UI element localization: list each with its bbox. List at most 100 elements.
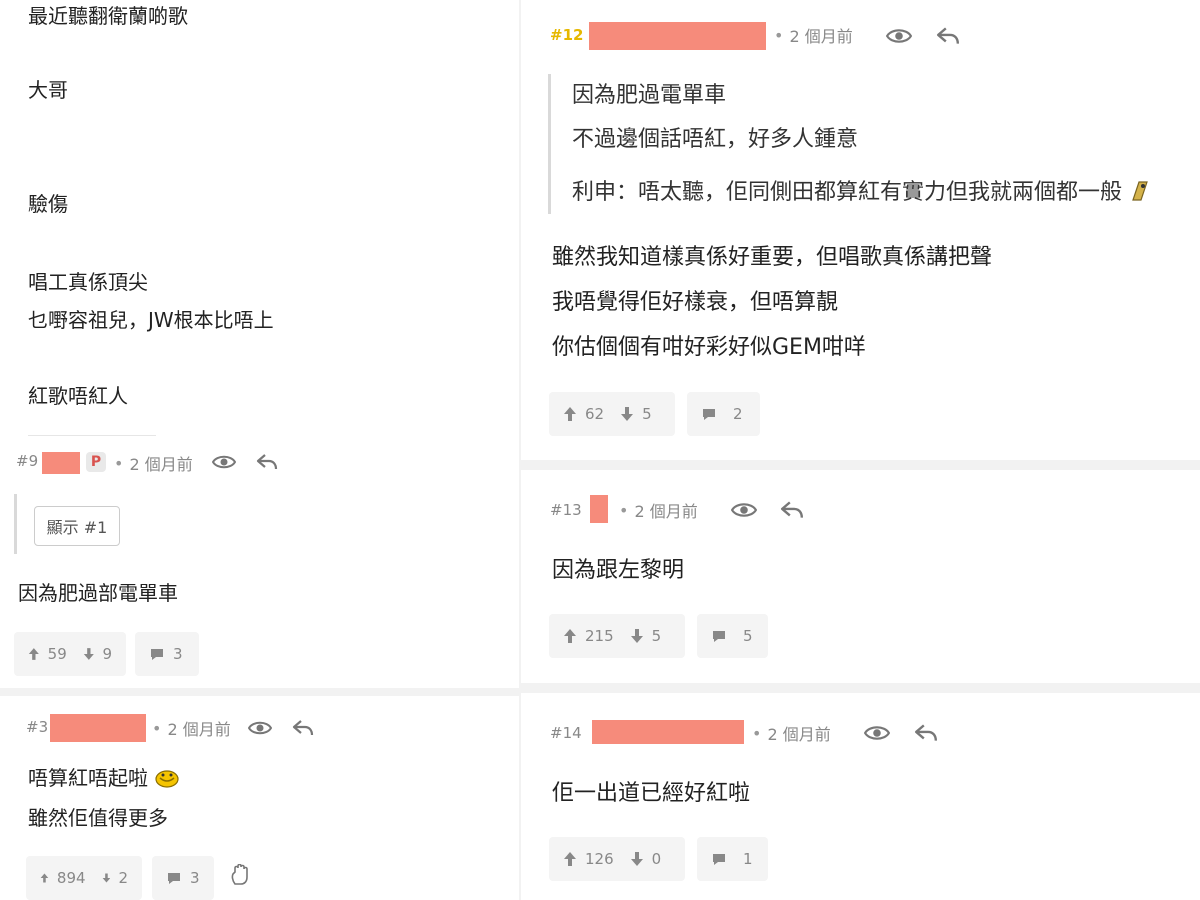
thumb-down-arrow-icon[interactable]: [102, 870, 111, 886]
reply-count: 1: [743, 850, 753, 868]
redacted-username: [592, 720, 744, 744]
thumb-down-arrow-icon[interactable]: [630, 628, 644, 644]
comment-icon: [713, 631, 725, 642]
downvote-count: 0: [651, 850, 662, 868]
post-line: 我唔覺得佢好樣衰，但唔算靚: [552, 290, 839, 315]
downvote-count: 9: [102, 645, 112, 663]
reply-icon[interactable]: [292, 719, 314, 737]
vote-box: 894 2: [26, 856, 142, 900]
post-content: 佢一出道已經好紅啦: [552, 781, 751, 806]
eye-icon[interactable]: [248, 719, 272, 737]
post-meta: • 2 個月前: [152, 716, 231, 740]
comment-icon: [703, 409, 715, 420]
vote-box: 62 5: [549, 392, 675, 436]
quote-line: 利申：唔太聽，佢同側田都算紅有實力但我就兩個都一般: [572, 178, 1200, 207]
eye-icon[interactable]: [886, 26, 912, 46]
thumb-down-arrow-icon[interactable]: [630, 851, 644, 867]
eye-icon[interactable]: [212, 453, 236, 471]
post-line: 大哥: [28, 78, 68, 102]
post-line: 最近聽翻衛蘭啲歌: [28, 4, 188, 28]
post-time: 2 個月前: [129, 455, 193, 474]
thumb-down-arrow-icon[interactable]: [83, 646, 95, 662]
redacted-username: [590, 495, 608, 523]
quote-text: 利申：唔太聽，佢同側田都算紅有實力但我就兩個都一般: [572, 180, 1123, 205]
post-time: 2 個月前: [767, 725, 831, 744]
hand-icon[interactable]: [230, 864, 250, 886]
upvote-count: 62: [585, 405, 605, 423]
reply-count: 5: [743, 627, 753, 645]
post-line: 乜嘢容祖兒，JW根本比唔上: [28, 308, 274, 332]
vote-box: 59 9: [14, 632, 126, 676]
section-divider: [0, 688, 519, 696]
redacted-username: [42, 452, 80, 474]
thumb-up-arrow-icon[interactable]: [563, 851, 577, 867]
post-line: 唱工真係頂尖: [28, 270, 148, 294]
post-line: 雖然佢值得更多: [28, 806, 168, 830]
section-divider: [521, 460, 1200, 470]
redacted-username: [50, 714, 146, 742]
upvote-count: 126: [585, 850, 614, 868]
post-meta: • 2 個月前: [752, 721, 831, 745]
post-meta: • 2 個月前: [114, 451, 193, 475]
poster-badge: P: [86, 452, 106, 472]
reply-icon[interactable]: [936, 26, 960, 46]
downvote-count: 5: [651, 627, 662, 645]
column-divider: [519, 0, 521, 900]
section-divider: [521, 683, 1200, 693]
quote-line: 因為肥過電單車: [572, 83, 727, 108]
post-number: #14: [550, 724, 582, 742]
vote-box: 215 5: [549, 614, 685, 658]
eye-icon[interactable]: [731, 500, 757, 520]
vote-box: 126 0: [549, 837, 685, 881]
reply-icon[interactable]: [256, 453, 278, 471]
reply-count: 3: [173, 645, 183, 663]
comment-icon: [713, 854, 725, 865]
post-meta: • 2 個月前: [619, 498, 698, 522]
reply-count-box[interactable]: 1: [697, 837, 768, 881]
post-line: 你估個個有咁好彩好似GEM咁咩: [552, 335, 866, 360]
post-content: 因為跟左黎明: [552, 558, 685, 583]
meta-dot: •: [152, 718, 162, 738]
post-number: #12: [550, 26, 584, 44]
comment-icon: [168, 873, 180, 884]
post-time: 2 個月前: [167, 720, 231, 739]
reply-count-box[interactable]: 3: [135, 632, 199, 676]
reply-icon[interactable]: [914, 723, 938, 743]
thumb-up-arrow-icon[interactable]: [563, 406, 577, 422]
comment-icon: [151, 649, 163, 660]
reply-count-box[interactable]: 5: [697, 614, 768, 658]
post-content: 因為肥過部電單車: [18, 581, 178, 605]
thumb-down-arrow-icon[interactable]: [620, 406, 634, 422]
upvote-count: 59: [47, 645, 67, 663]
eye-icon[interactable]: [864, 723, 890, 743]
downvote-count: 5: [642, 405, 652, 423]
quote-line: 不過邊個話唔紅，好多人鍾意: [572, 127, 859, 152]
post-line: 紅歌唔紅人: [28, 384, 128, 408]
thumb-up-arrow-icon[interactable]: [563, 628, 577, 644]
post-line: 雖然我知道樣真係好重要，但唱歌真係講把聲: [552, 245, 993, 270]
quote-bar: [548, 74, 551, 214]
show-quote-button[interactable]: 顯示 #1: [34, 506, 120, 546]
upvote-count: 894: [56, 869, 86, 887]
quote-bar: [14, 494, 17, 554]
redacted-username: [589, 22, 766, 50]
thumb-up-arrow-icon[interactable]: [40, 870, 49, 886]
upvote-count: 215: [585, 627, 614, 645]
reply-count-box[interactable]: 2: [687, 392, 760, 436]
post-number: #13: [550, 501, 582, 519]
meta-dot: •: [619, 500, 629, 520]
post-time: 2 個月前: [789, 27, 853, 46]
post-line: 驗傷: [28, 192, 68, 216]
post-number: #9: [16, 452, 39, 470]
downvote-count: 2: [118, 869, 128, 887]
thumb-up-arrow-icon[interactable]: [28, 646, 40, 662]
reply-count: 2: [733, 405, 743, 423]
post-number: #3: [26, 718, 49, 736]
meta-dot: •: [114, 453, 124, 473]
emoji-icon: [1132, 181, 1148, 201]
reply-count-box[interactable]: 3: [152, 856, 214, 900]
meta-dot: •: [774, 25, 784, 45]
post-content: 唔算紅唔起啦: [28, 764, 180, 792]
reply-icon[interactable]: [780, 500, 804, 520]
meta-dot: •: [752, 723, 762, 743]
